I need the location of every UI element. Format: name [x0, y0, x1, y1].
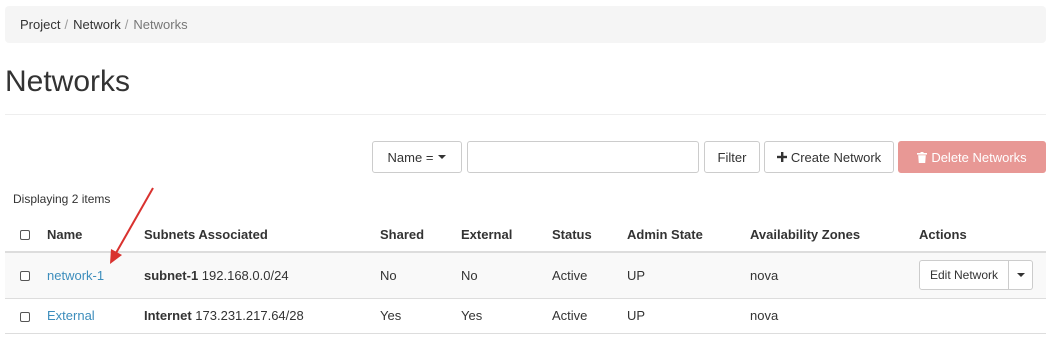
- status-value: Active: [552, 298, 627, 334]
- column-header-name[interactable]: Name: [47, 217, 144, 253]
- availability-zone-value: nova: [750, 298, 919, 334]
- edit-network-button[interactable]: Edit Network: [919, 260, 1009, 291]
- status-value: Active: [552, 252, 627, 299]
- filter-input[interactable]: [467, 141, 699, 173]
- create-network-button[interactable]: Create Network: [764, 141, 894, 173]
- subnet-name: subnet-1: [144, 267, 199, 283]
- row-checkbox[interactable]: [20, 271, 30, 282]
- breadcrumb-separator: /: [124, 17, 129, 32]
- admin-state-value: UP: [627, 252, 750, 299]
- subnet-cidr: 173.231.217.64/28: [195, 308, 304, 323]
- column-header-availability-zones[interactable]: Availability Zones: [750, 217, 919, 253]
- breadcrumb-project[interactable]: Project: [20, 17, 60, 32]
- networks-table: Name Subnets Associated Shared External …: [5, 217, 1046, 334]
- breadcrumb-separator: /: [64, 17, 69, 32]
- caret-down-icon: [1016, 273, 1025, 278]
- caret-down-icon: [438, 155, 447, 159]
- column-header-shared[interactable]: Shared: [380, 217, 461, 253]
- row-actions-toggle[interactable]: [1009, 260, 1033, 291]
- column-header-external[interactable]: External: [461, 217, 552, 253]
- column-header-subnets[interactable]: Subnets Associated: [144, 217, 380, 253]
- delete-networks-button[interactable]: Delete Networks: [898, 141, 1046, 173]
- page-title: Networks: [5, 65, 131, 98]
- table-header-row: Name Subnets Associated Shared External …: [5, 217, 1046, 253]
- create-network-label: Create Network: [790, 149, 882, 165]
- filter-field-label: Name =: [387, 149, 434, 165]
- breadcrumb-network[interactable]: Network: [73, 17, 121, 32]
- external-value: Yes: [461, 298, 552, 334]
- availability-zone-value: nova: [750, 252, 919, 299]
- column-header-admin-state[interactable]: Admin State: [627, 217, 750, 253]
- subnet-cidr: 192.168.0.0/24: [201, 267, 289, 283]
- breadcrumb: Project / Network / Networks: [5, 6, 1046, 43]
- select-all-checkbox[interactable]: [20, 230, 30, 241]
- column-header-status[interactable]: Status: [552, 217, 627, 253]
- item-count: Displaying 2 items: [13, 192, 111, 206]
- title-divider: [5, 114, 1046, 115]
- delete-networks-label: Delete Networks: [931, 149, 1027, 165]
- column-header-actions: Actions: [919, 217, 1046, 253]
- shared-value: Yes: [380, 298, 461, 334]
- admin-state-value: UP: [627, 298, 750, 334]
- filter-button[interactable]: Filter: [704, 141, 760, 173]
- network-name-link[interactable]: External: [47, 308, 95, 323]
- table-row: network-1 subnet-1 192.168.0.0/24 No No …: [5, 252, 1046, 299]
- trash-icon: [917, 151, 928, 163]
- plus-icon: [776, 152, 787, 162]
- filter-field-select[interactable]: Name =: [372, 141, 462, 173]
- row-actions: Edit Network: [919, 260, 1033, 291]
- subnet-name: Internet: [144, 308, 192, 323]
- row-actions-empty: [919, 298, 1046, 334]
- external-value: No: [461, 252, 552, 299]
- row-checkbox[interactable]: [20, 311, 30, 322]
- shared-value: No: [380, 252, 461, 299]
- network-name-link[interactable]: network-1: [47, 268, 104, 283]
- breadcrumb-networks: Networks: [133, 17, 188, 32]
- table-row: External Internet 173.231.217.64/28 Yes …: [5, 298, 1046, 334]
